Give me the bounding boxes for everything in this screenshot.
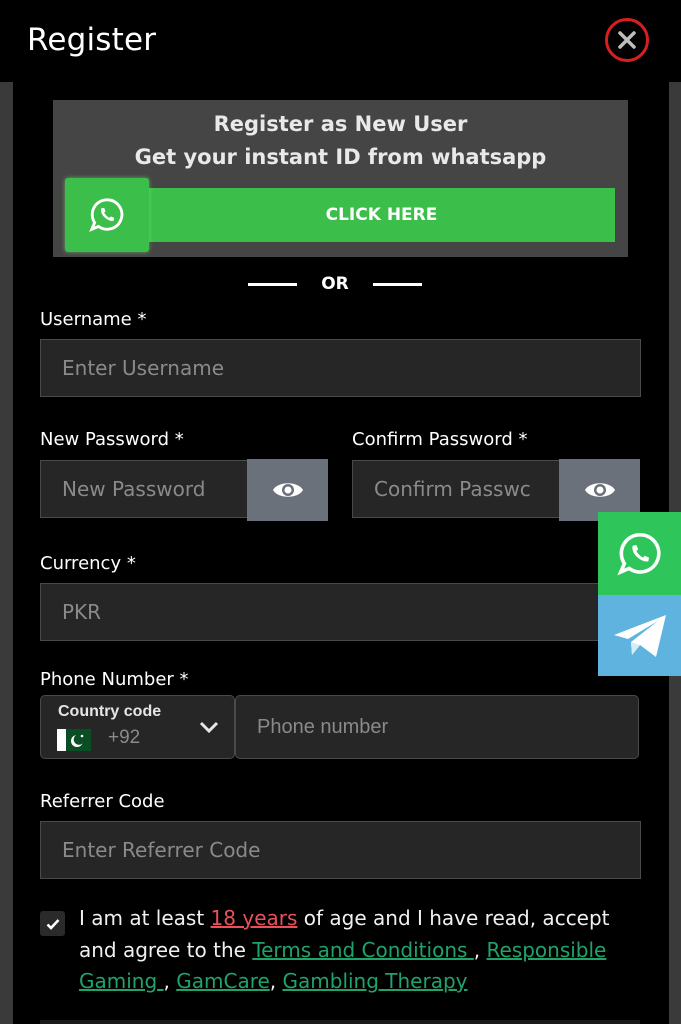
modal-header: Register bbox=[0, 0, 681, 82]
country-code-label: Country code bbox=[58, 703, 162, 720]
floating-whatsapp-button[interactable] bbox=[598, 512, 681, 595]
gamcare-link[interactable]: GamCare bbox=[176, 969, 270, 993]
divider-line bbox=[248, 282, 297, 286]
terms-link[interactable]: Terms and Conditions bbox=[252, 938, 473, 962]
phone-label: Phone Number * bbox=[40, 669, 189, 690]
checkmark-icon bbox=[46, 918, 59, 930]
separator: , bbox=[473, 937, 487, 962]
toggle-new-password-button[interactable] bbox=[247, 459, 328, 521]
agree-checkbox[interactable] bbox=[40, 911, 65, 936]
floating-telegram-button[interactable] bbox=[598, 595, 681, 676]
confirm-password-input[interactable]: Confirm Passwc bbox=[352, 460, 560, 518]
chevron-down-icon bbox=[199, 721, 219, 734]
click-here-button[interactable]: CLICK HERE bbox=[148, 188, 615, 242]
whatsapp-promo: Register as New User Get your instant ID… bbox=[53, 100, 628, 257]
country-code-value: +92 bbox=[108, 727, 141, 748]
whatsapp-icon bbox=[89, 198, 124, 232]
username-input[interactable]: Enter Username bbox=[40, 339, 641, 397]
telegram-icon bbox=[613, 614, 666, 657]
new-password-label: New Password * bbox=[40, 429, 184, 450]
referrer-code-input[interactable]: Enter Referrer Code bbox=[40, 821, 641, 879]
whatsapp-icon bbox=[616, 532, 661, 575]
page-title: Register bbox=[27, 22, 157, 58]
section-divider bbox=[40, 1020, 640, 1024]
country-code-select[interactable]: Country code +92 bbox=[40, 695, 235, 759]
gambling-therapy-link[interactable]: Gambling Therapy bbox=[283, 969, 468, 993]
currency-label: Currency * bbox=[40, 553, 136, 574]
separator: , bbox=[269, 969, 283, 993]
divider-line bbox=[372, 282, 422, 286]
click-here-label: CLICK HERE bbox=[325, 205, 438, 225]
or-label: OR bbox=[321, 274, 349, 294]
close-icon bbox=[618, 31, 636, 49]
or-divider: OR bbox=[248, 272, 422, 296]
confirm-password-label: Confirm Password * bbox=[352, 429, 528, 450]
pakistan-flag-icon bbox=[57, 729, 91, 751]
eye-icon bbox=[584, 483, 615, 497]
phone-number-input[interactable]: Phone number bbox=[235, 695, 639, 759]
agreement-text-part: I am at least bbox=[79, 906, 211, 930]
close-button[interactable] bbox=[605, 18, 649, 62]
referrer-label: Referrer Code bbox=[40, 791, 165, 812]
new-password-input[interactable]: New Password bbox=[40, 460, 248, 518]
age-link[interactable]: 18 years bbox=[211, 906, 298, 930]
whatsapp-button-icon-box[interactable] bbox=[65, 178, 149, 252]
eye-icon bbox=[272, 483, 303, 497]
agreement-text: I am at least 18 years of age and I have… bbox=[79, 903, 639, 998]
promo-title: Register as New User bbox=[213, 112, 468, 136]
username-label: Username * bbox=[40, 309, 147, 330]
separator: , bbox=[163, 969, 177, 993]
currency-select[interactable]: PKR bbox=[40, 583, 641, 641]
promo-subtitle: Get your instant ID from whatsapp bbox=[134, 145, 547, 169]
